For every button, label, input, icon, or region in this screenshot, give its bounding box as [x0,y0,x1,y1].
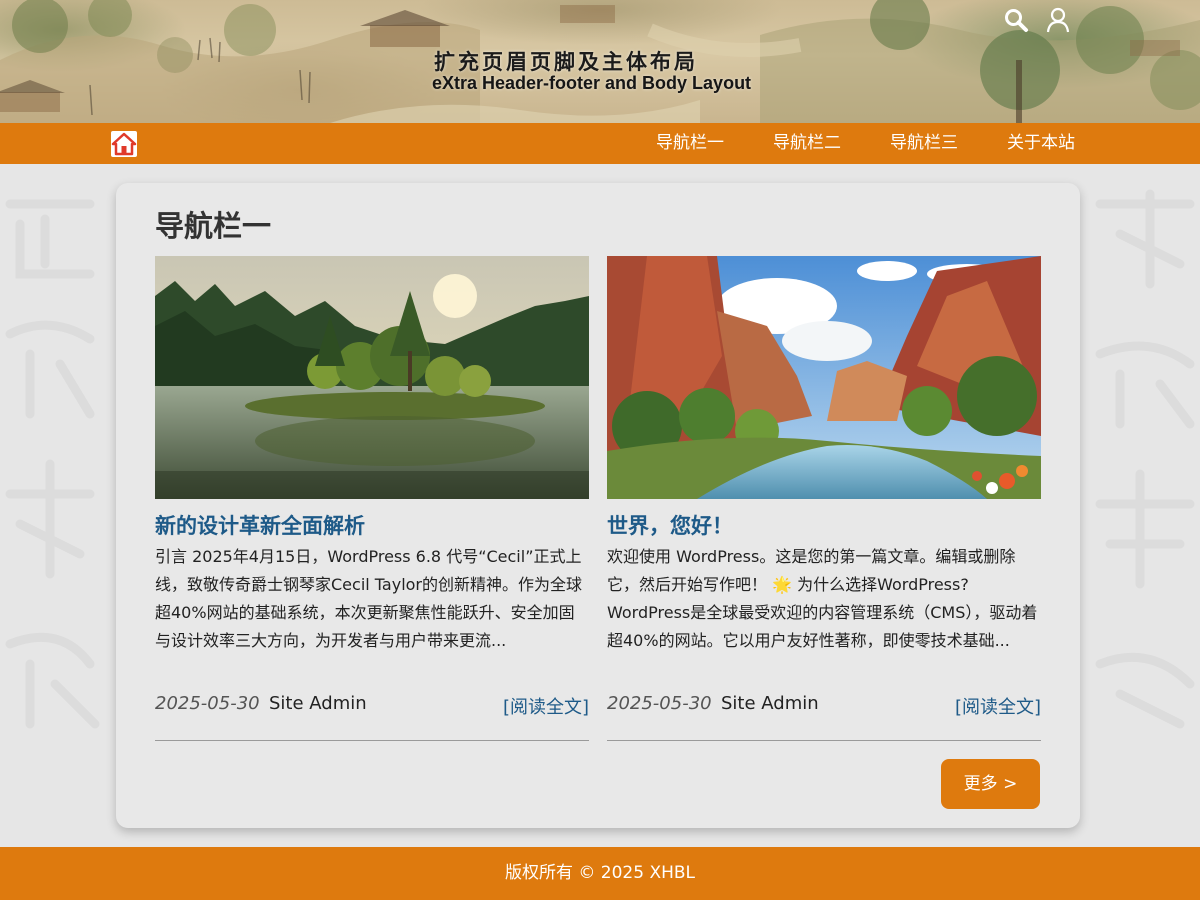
post-divider [155,740,589,741]
header-banner: 扩充页眉页脚及主体布局 eXtra Header-footer and Body… [0,0,1200,123]
home-icon[interactable] [111,131,137,157]
post-excerpt: 引言 2025年4月15日，WordPress 6.8 代号“Cecil”正式上… [155,547,583,650]
nav-item-1[interactable]: 导航栏一 [656,123,724,164]
post-meta: 2025-05-30 Site Admin [阅读全文] [155,693,589,721]
lake-island-image [155,256,589,499]
main-navigation: 导航栏一 导航栏二 导航栏三 关于本站 [0,123,1200,164]
post-divider [607,740,1041,741]
read-more-link[interactable]: [阅读全文] [955,693,1041,719]
post-author: Site Admin [269,693,367,714]
user-icon[interactable] [1045,7,1071,33]
nav-item-3[interactable]: 导航栏三 [890,123,958,164]
post-title[interactable]: 世界，您好！ [607,511,1041,541]
read-more-link[interactable]: [阅读全文] [503,693,589,719]
post-meta: 2025-05-30 Site Admin [阅读全文] [607,693,1041,721]
post-card: 世界，您好！ 欢迎使用 WordPress。这是您的第一篇文章。编辑或删除它，然… [607,256,1041,741]
nav-item-2[interactable]: 导航栏二 [773,123,841,164]
site-footer: 版权所有 © 2025 XHBL [0,847,1200,900]
post-card: 新的设计革新全面解析 引言 2025年4月15日，WordPress 6.8 代… [155,256,589,741]
nav-item-about[interactable]: 关于本站 [1007,123,1075,164]
post-date: 2025-05-30 [155,693,260,714]
post-title[interactable]: 新的设计革新全面解析 [155,511,589,541]
post-date: 2025-05-30 [607,693,712,714]
post-excerpt: 欢迎使用 WordPress。这是您的第一篇文章。编辑或删除它，然后开始写作吧！… [607,547,1038,650]
search-icon[interactable] [1003,7,1029,33]
content-card: 导航栏一 新的设计革新全面解析 引言 2025年4月15日，WordPress … [116,183,1080,828]
more-button[interactable]: 更多 > [941,759,1040,809]
site-title-english[interactable]: eXtra Header-footer and Body Layout [432,73,772,94]
site-title-chinese[interactable]: 扩充页眉页脚及主体布局 [434,46,764,76]
post-thumbnail[interactable] [155,256,589,499]
copyright-text: 版权所有 © 2025 XHBL [504,863,696,883]
page-title: 导航栏一 [155,209,272,243]
post-thumbnail[interactable] [607,256,1041,499]
post-author: Site Admin [721,693,819,714]
canyon-river-image [607,256,1041,499]
